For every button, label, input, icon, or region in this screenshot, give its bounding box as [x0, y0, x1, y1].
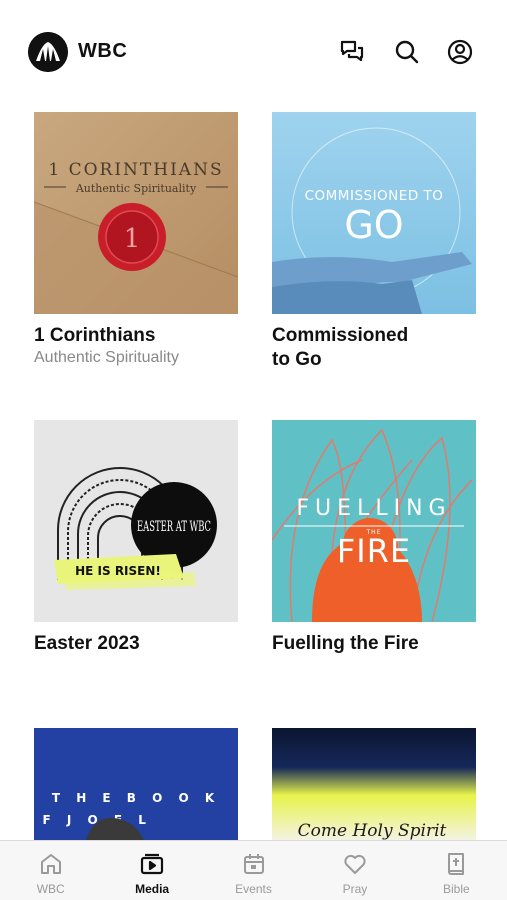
tab-events[interactable]: Events [203, 841, 304, 900]
app-header: WBC [0, 0, 507, 104]
bible-icon [441, 849, 471, 879]
series-card-commissioned-to-go[interactable]: COMMISSIONED TO GO Commissioned to Go [272, 112, 476, 372]
series-card-1-corinthians[interactable]: 1 CORINTHIANS Authentic Spirituality 1 1… [34, 112, 238, 367]
tab-pray[interactable]: Pray [304, 841, 405, 900]
art-line-1: T H E B O O K [52, 791, 220, 805]
brand-title: WBC [78, 40, 128, 62]
series-artwork[interactable]: T H E B O O K O F J O E L [34, 728, 238, 840]
tab-bible[interactable]: Bible [406, 841, 507, 900]
series-title: 1 Corinthians [34, 325, 156, 346]
art-heading: 1 CORINTHIANS [48, 160, 223, 180]
series-card-book-of-joel[interactable]: T H E B O O K O F J O E L [34, 728, 238, 840]
art-subheading: Authentic Spirituality [75, 182, 197, 195]
art-banner: HE IS RISEN! [75, 564, 161, 578]
art-heading: FUELLING [296, 496, 451, 521]
art-heading: COMMISSIONED TO [305, 188, 444, 204]
series-title: Fuelling the Fire [272, 633, 419, 654]
series-subtitle: Authentic Spirituality [34, 349, 179, 366]
series-card-easter-2023[interactable]: EASTER AT WBC HE IS RISEN! Easter 2023 [34, 420, 238, 656]
tab-label: Pray [342, 882, 368, 896]
series-title: Easter 2023 [34, 633, 140, 654]
media-icon [137, 849, 167, 879]
series-card-fuelling-the-fire[interactable]: FUELLING THE FIRE Fuelling the Fire [272, 420, 476, 656]
series-artwork[interactable]: COMMISSIONED TO GO [272, 112, 476, 314]
chat-icon[interactable] [336, 36, 368, 68]
tab-label: Bible [442, 882, 470, 896]
art-line-2: O F J O E L [34, 813, 152, 827]
series-title: Commissioned to Go [272, 325, 409, 370]
bottom-tab-bar: WBC Media Events Pray Bible [0, 840, 507, 900]
art-big-text: FIRE [337, 532, 411, 570]
tab-label: Media [135, 882, 170, 896]
logo-icon[interactable] [28, 32, 68, 72]
tab-label: Events [235, 882, 272, 896]
art-badge: EASTER AT WBC [137, 519, 211, 535]
seal-text: 1 [124, 224, 141, 254]
series-card-come-holy-spirit[interactable]: Come Holy Spirit [272, 728, 476, 840]
art-big-text: GO [344, 203, 403, 247]
series-artwork[interactable]: EASTER AT WBC HE IS RISEN! [34, 420, 238, 622]
series-artwork[interactable]: Come Holy Spirit [272, 728, 476, 840]
profile-icon[interactable] [444, 36, 476, 68]
calendar-icon [239, 849, 269, 879]
home-icon [36, 849, 66, 879]
series-artwork[interactable]: 1 CORINTHIANS Authentic Spirituality 1 [34, 112, 238, 314]
series-artwork[interactable]: FUELLING THE FIRE [272, 420, 476, 622]
tab-media[interactable]: Media [101, 841, 202, 900]
tab-wbc[interactable]: WBC [0, 841, 101, 900]
tab-label: WBC [36, 882, 65, 896]
search-icon[interactable] [391, 36, 423, 68]
heart-icon [340, 849, 370, 879]
art-script: Come Holy Spirit [298, 821, 447, 840]
